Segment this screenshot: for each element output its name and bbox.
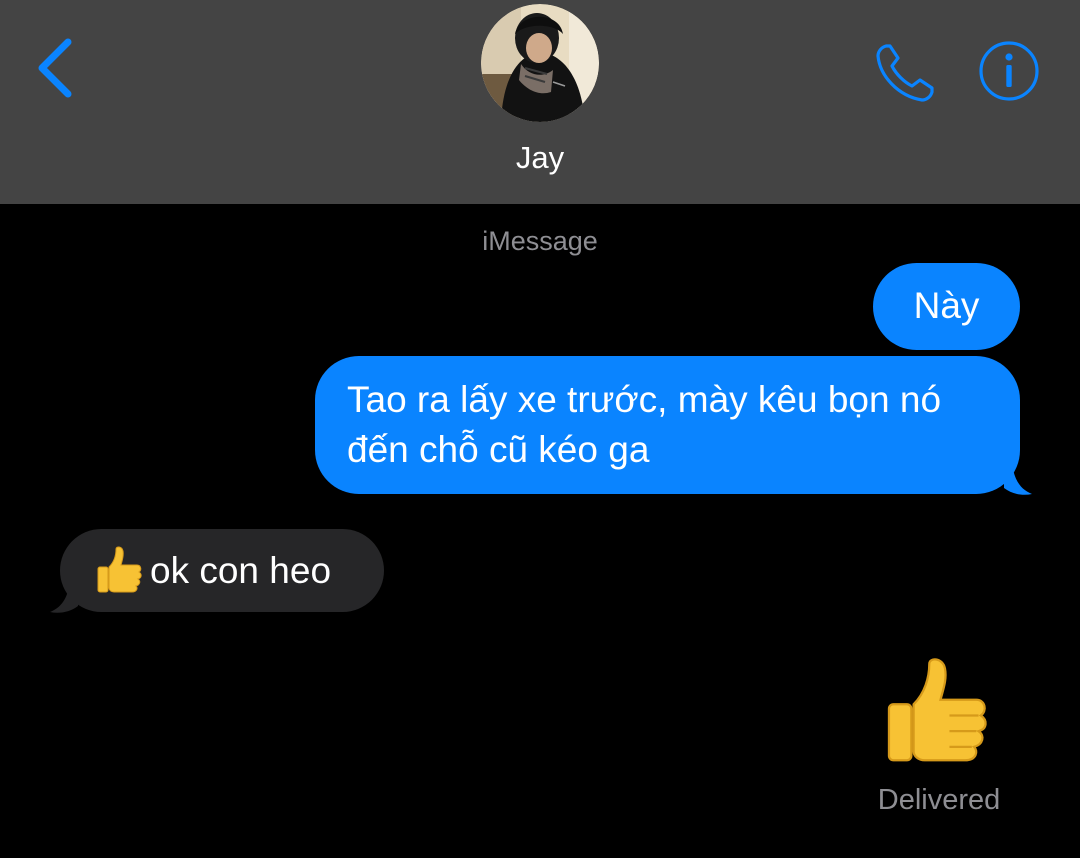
bubble-tail xyxy=(50,580,78,613)
service-label: iMessage xyxy=(482,226,598,256)
outgoing-message-bubble[interactable]: Này xyxy=(873,263,1020,350)
conversation-header: Jay xyxy=(0,0,1080,204)
phone-icon[interactable] xyxy=(872,40,938,106)
message-text: ok con heo xyxy=(150,550,332,591)
message-text: Này xyxy=(913,285,980,326)
delivery-status: Delivered xyxy=(877,784,1001,816)
outgoing-message-bubble[interactable]: Tao ra lấy xe trước, mày kêu bọn nó đến … xyxy=(315,356,1020,494)
thumbs-up-icon xyxy=(97,546,142,593)
bubble-tail xyxy=(1004,462,1032,495)
info-icon[interactable] xyxy=(978,40,1040,102)
message-text: Tao ra lấy xe trước, mày kêu bọn nó đến … xyxy=(347,379,942,470)
thumbs-up-icon[interactable] xyxy=(880,655,992,767)
incoming-message-bubble[interactable]: ok con heo xyxy=(60,529,384,612)
avatar[interactable] xyxy=(481,4,599,122)
chevron-left-icon[interactable] xyxy=(30,36,86,100)
contact-name[interactable]: Jay xyxy=(0,140,1080,176)
